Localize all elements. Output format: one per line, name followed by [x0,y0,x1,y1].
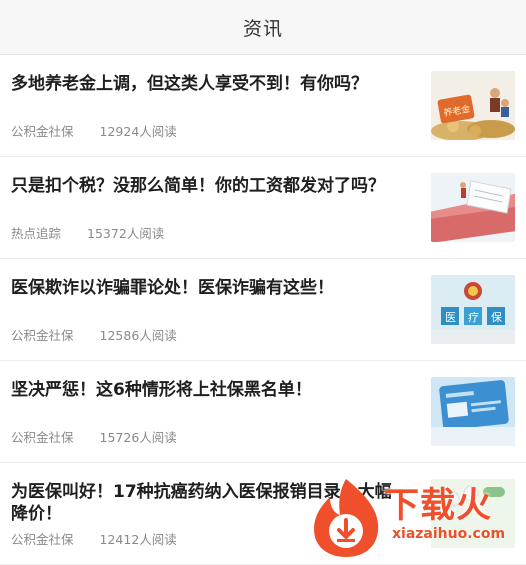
article-thumbnail-salary[interactable] [431,173,515,242]
top-bar: 资讯 [0,0,526,55]
article-thumbnail-social-card[interactable] [431,377,515,446]
page-title: 资讯 [242,17,283,40]
watermark-url: xiazaihuo.com [392,526,506,542]
article-meta: 公积金社保 12412人阅读 [11,529,177,548]
article-read-count: 12412人阅读 [99,532,177,547]
article-source: 公积金社保 [11,328,74,343]
article-title[interactable]: 只是扣个税？没那么简单！你的工资都发对了吗？ [11,175,406,197]
medical-label-1: 医 [445,311,456,324]
article-read-count: 12586人阅读 [99,328,177,343]
medical-label-3: 保 [491,310,502,324]
site-watermark: 下载火 xiazaihuo.com [306,473,526,559]
article-thumbnail-medical[interactable]: 医 疗 保 [431,275,515,344]
article-title[interactable]: 多地养老金上调，但这类人享受不到！有你吗？ [11,73,406,95]
article-thumbnail-pension[interactable]: 养老金 [431,71,515,140]
article-item[interactable]: 多地养老金上调，但这类人享受不到！有你吗？ 公积金社保 12924人阅读 养老金 [0,55,526,157]
article-source: 公积金社保 [11,532,74,547]
article-read-count: 15372人阅读 [87,226,165,241]
article-meta: 公积金社保 12924人阅读 [11,121,177,140]
flame-logo-icon [314,479,379,557]
medical-label-2: 疗 [468,310,479,324]
article-item[interactable]: 医保欺诈以诈骗罪论处！医保诈骗有这些！ 公积金社保 12586人阅读 医 疗 保 [0,259,526,361]
article-source: 公积金社保 [11,124,74,139]
article-meta: 热点追踪 15372人阅读 [11,223,164,242]
article-meta: 公积金社保 12586人阅读 [11,325,177,344]
article-source: 热点追踪 [11,226,62,241]
watermark-text: 下载火 [384,486,493,526]
article-read-count: 15726人阅读 [99,430,177,445]
article-item[interactable]: 坚决严惩！这6种情形将上社保黑名单！ 公积金社保 15726人阅读 [0,361,526,463]
article-title[interactable]: 医保欺诈以诈骗罪论处！医保诈骗有这些！ [11,277,406,299]
article-meta: 公积金社保 15726人阅读 [11,427,177,446]
article-source: 公积金社保 [11,430,74,445]
article-item[interactable]: 只是扣个税？没那么简单！你的工资都发对了吗？ 热点追踪 15372人阅读 [0,157,526,259]
article-title[interactable]: 坚决严惩！这6种情形将上社保黑名单！ [11,379,406,401]
article-read-count: 12924人阅读 [99,124,177,139]
